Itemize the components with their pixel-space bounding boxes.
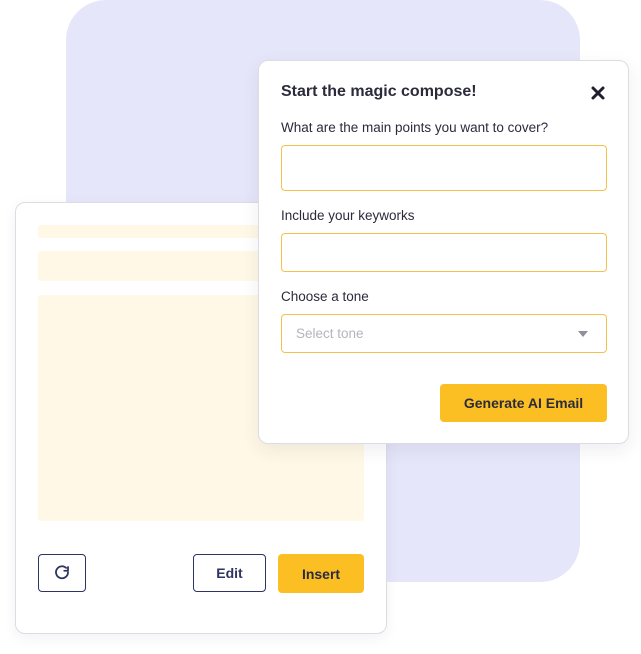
keywords-input[interactable] [281,233,607,272]
tone-select-placeholder: Select tone [296,326,364,341]
tone-select[interactable]: Select tone [281,314,607,353]
edit-button[interactable]: Edit [193,554,266,592]
close-icon [591,86,605,100]
keywords-label: Include your keyworks [281,208,415,223]
generate-ai-email-button[interactable]: Generate AI Email [440,384,607,422]
main-points-label: What are the main points you want to cov… [281,120,549,135]
chevron-down-icon [578,330,588,337]
dialog-title: Start the magic compose! [281,83,477,100]
main-points-input[interactable] [281,145,607,191]
insert-button-label: Insert [301,565,341,582]
refresh-icon [55,565,69,580]
tone-label: Choose a tone [281,289,369,304]
edit-button-label: Edit [216,565,243,581]
insert-button[interactable]: Insert [278,554,364,593]
magic-compose-dialog: Start the magic compose! What are the ma… [258,60,629,444]
close-button[interactable] [590,85,606,101]
generate-button-label: Generate AI Email [463,395,584,411]
regenerate-button[interactable] [38,554,86,592]
